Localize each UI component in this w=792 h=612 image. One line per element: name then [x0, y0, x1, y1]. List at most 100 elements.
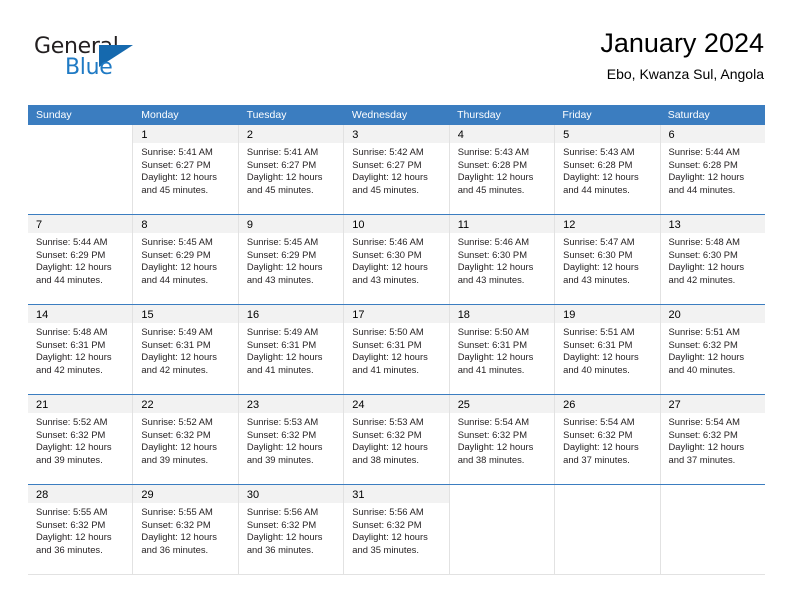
- calendar-day-cell[interactable]: 23 Sunrise: 5:53 AM Sunset: 6:32 PM Dayligh…: [238, 395, 345, 484]
- calendar-day-cell[interactable]: 15 Sunrise: 5:49 AM Sunset: 6:31 PM Dayligh…: [133, 305, 239, 394]
- day-number: 23: [246, 399, 260, 411]
- calendar-day-cell[interactable]: 22 Sunrise: 5:52 AM Sunset: 6:32 PM Dayligh…: [133, 395, 239, 484]
- day-number-bar: 8: [133, 215, 238, 233]
- calendar-day-cell[interactable]: 19 Sunrise: 5:51 AM Sunset: 6:31 PM Dayligh…: [555, 305, 661, 394]
- day-number: 4: [457, 129, 464, 141]
- day-number-bar: [28, 125, 133, 143]
- sunset-text: Sunset: 6:32 PM: [352, 518, 422, 530]
- day-details: Sunrise: 5:56 AM Sunset: 6:32 PM Daylight:…: [239, 503, 343, 556]
- daylight-text-line2: and 39 minutes.: [36, 453, 103, 465]
- calendar-day-cell[interactable]: 12 Sunrise: 5:47 AM Sunset: 6:30 PM Dayligh…: [555, 215, 661, 304]
- daylight-text-line2: and 36 minutes.: [141, 543, 209, 555]
- calendar-day-cell[interactable]: 2 Sunrise: 5:41 AM Sunset: 6:27 PM Daylight…: [238, 125, 345, 214]
- day-number: 21: [36, 399, 49, 411]
- calendar-day-cell-empty: [660, 485, 765, 574]
- calendar-day-cell[interactable]: 18 Sunrise: 5:50 AM Sunset: 6:31 PM Dayligh…: [449, 305, 556, 394]
- calendar-day-cell[interactable]: 25 Sunrise: 5:54 AM Sunset: 6:32 PM Dayligh…: [449, 395, 556, 484]
- sunrise-text: Sunrise: 5:53 AM: [246, 416, 319, 427]
- day-number: 25: [457, 399, 470, 411]
- sunrise-text: Sunrise: 5:51 AM: [668, 326, 740, 337]
- calendar-day-cell[interactable]: 6 Sunrise: 5:44 AM Sunset: 6:28 PM Daylight…: [660, 125, 765, 214]
- calendar-day-cell[interactable]: 3 Sunrise: 5:42 AM Sunset: 6:27 PM Daylight…: [344, 125, 450, 214]
- day-details: Sunrise: 5:53 AM Sunset: 6:32 PM Daylight:…: [344, 413, 448, 466]
- daylight-text-line1: Daylight: 12 hours: [352, 351, 428, 363]
- day-details: Sunrise: 5:47 AM Sunset: 6:30 PM Daylight:…: [555, 233, 659, 286]
- daylight-text-line2: and 41 minutes.: [457, 363, 525, 375]
- calendar-week-row: 1 Sunrise: 5:41 AM Sunset: 6:27 PM Daylight…: [28, 125, 765, 214]
- daylight-text-line2: and 45 minutes.: [352, 183, 419, 195]
- day-details: Sunrise: 5:55 AM Sunset: 6:32 PM Daylight:…: [28, 503, 132, 556]
- daylight-text-line1: Daylight: 12 hours: [457, 441, 534, 453]
- daylight-text-line1: Daylight: 12 hours: [352, 441, 428, 453]
- calendar-day-cell[interactable]: 30 Sunrise: 5:56 AM Sunset: 6:32 PM Dayligh…: [238, 485, 345, 574]
- calendar-day-cell[interactable]: 7 Sunrise: 5:44 AM Sunset: 6:29 PM Daylight…: [28, 215, 134, 304]
- daylight-text-line2: and 35 minutes.: [352, 543, 419, 555]
- page-subtitle: Ebo, Kwanza Sul, Angola: [606, 66, 764, 82]
- day-number: 10: [352, 219, 365, 231]
- sunrise-text: Sunrise: 5:51 AM: [563, 326, 635, 337]
- sunset-text: Sunset: 6:32 PM: [36, 518, 106, 530]
- sunset-text: Sunset: 6:29 PM: [246, 248, 317, 260]
- calendar-day-cell[interactable]: 27 Sunrise: 5:54 AM Sunset: 6:32 PM Dayligh…: [660, 395, 765, 484]
- sunset-text: Sunset: 6:32 PM: [141, 428, 211, 440]
- day-number-bar: 21: [28, 395, 133, 413]
- day-details: Sunrise: 5:43 AM Sunset: 6:28 PM Daylight:…: [450, 143, 554, 196]
- day-number-bar: 1: [133, 125, 238, 143]
- calendar-day-cell[interactable]: 11 Sunrise: 5:46 AM Sunset: 6:30 PM Dayligh…: [449, 215, 556, 304]
- day-number-bar: 12: [555, 215, 660, 233]
- sunset-text: Sunset: 6:27 PM: [352, 158, 422, 170]
- sunrise-text: Sunrise: 5:45 AM: [246, 236, 319, 247]
- calendar-day-cell[interactable]: 9 Sunrise: 5:45 AM Sunset: 6:29 PM Daylight…: [238, 215, 345, 304]
- calendar-day-cell[interactable]: 13 Sunrise: 5:48 AM Sunset: 6:30 PM Dayligh…: [660, 215, 765, 304]
- calendar-day-cell[interactable]: 5 Sunrise: 5:43 AM Sunset: 6:28 PM Daylight…: [555, 125, 661, 214]
- day-number: 6: [668, 129, 675, 141]
- calendar-day-cell[interactable]: 26 Sunrise: 5:54 AM Sunset: 6:32 PM Dayligh…: [555, 395, 661, 484]
- calendar-day-cell[interactable]: 1 Sunrise: 5:41 AM Sunset: 6:27 PM Daylight…: [133, 125, 239, 214]
- calendar-day-cell[interactable]: 14 Sunrise: 5:48 AM Sunset: 6:31 PM Dayligh…: [28, 305, 134, 394]
- day-number: 9: [246, 219, 253, 231]
- calendar-day-cell[interactable]: 10 Sunrise: 5:46 AM Sunset: 6:30 PM Dayligh…: [344, 215, 450, 304]
- day-number: 3: [352, 129, 359, 141]
- sunset-text: Sunset: 6:32 PM: [246, 428, 317, 440]
- day-number-bar: [449, 485, 555, 503]
- daylight-text-line1: Daylight: 12 hours: [141, 261, 217, 273]
- day-number-bar: [555, 485, 660, 503]
- calendar-day-cell[interactable]: 4 Sunrise: 5:43 AM Sunset: 6:28 PM Daylight…: [449, 125, 556, 214]
- day-details: Sunrise: 5:49 AM Sunset: 6:31 PM Daylight:…: [133, 323, 237, 376]
- daylight-text-line2: and 41 minutes.: [246, 363, 314, 375]
- day-number-bar: 28: [28, 485, 133, 503]
- weekday-header-friday: Friday: [562, 109, 592, 121]
- daylight-text-line2: and 40 minutes.: [563, 363, 630, 375]
- calendar-day-cell[interactable]: 16 Sunrise: 5:49 AM Sunset: 6:31 PM Dayligh…: [238, 305, 345, 394]
- daylight-text-line2: and 39 minutes.: [141, 453, 209, 465]
- sunset-text: Sunset: 6:32 PM: [141, 518, 211, 530]
- daylight-text-line1: Daylight: 12 hours: [668, 261, 745, 273]
- day-details: Sunrise: 5:44 AM Sunset: 6:28 PM Daylight:…: [661, 143, 765, 196]
- sunset-text: Sunset: 6:28 PM: [668, 158, 738, 170]
- day-details: Sunrise: 5:54 AM Sunset: 6:32 PM Daylight:…: [555, 413, 659, 466]
- daylight-text-line2: and 41 minutes.: [352, 363, 419, 375]
- day-details: Sunrise: 5:50 AM Sunset: 6:31 PM Daylight:…: [344, 323, 448, 376]
- daylight-text-line2: and 44 minutes.: [36, 273, 103, 285]
- calendar-day-cell[interactable]: 24 Sunrise: 5:53 AM Sunset: 6:32 PM Dayligh…: [344, 395, 450, 484]
- weekday-header-row: Sunday Monday Tuesday Wednesday Thursday…: [28, 105, 765, 125]
- calendar-day-cell[interactable]: 21 Sunrise: 5:52 AM Sunset: 6:32 PM Dayligh…: [28, 395, 134, 484]
- day-number: 2: [246, 129, 253, 141]
- day-details: Sunrise: 5:51 AM Sunset: 6:31 PM Daylight:…: [555, 323, 659, 376]
- sunrise-text: Sunrise: 5:52 AM: [36, 416, 108, 427]
- day-details: Sunrise: 5:46 AM Sunset: 6:30 PM Daylight:…: [450, 233, 554, 286]
- daylight-text-line2: and 43 minutes.: [563, 273, 630, 285]
- calendar-day-cell[interactable]: 31 Sunrise: 5:56 AM Sunset: 6:32 PM Dayligh…: [344, 485, 450, 574]
- day-details: Sunrise: 5:43 AM Sunset: 6:28 PM Daylight:…: [555, 143, 659, 196]
- calendar-day-cell[interactable]: 17 Sunrise: 5:50 AM Sunset: 6:31 PM Dayligh…: [344, 305, 450, 394]
- calendar-day-cell[interactable]: 20 Sunrise: 5:51 AM Sunset: 6:32 PM Dayligh…: [660, 305, 765, 394]
- calendar-day-cell[interactable]: 29 Sunrise: 5:55 AM Sunset: 6:32 PM Dayligh…: [133, 485, 239, 574]
- day-number: 30: [246, 489, 260, 501]
- calendar-day-cell[interactable]: 8 Sunrise: 5:45 AM Sunset: 6:29 PM Daylight…: [133, 215, 239, 304]
- sunrise-text: Sunrise: 5:56 AM: [246, 506, 319, 517]
- day-number-bar: 7: [28, 215, 133, 233]
- sunrise-text: Sunrise: 5:50 AM: [457, 326, 530, 337]
- day-number-bar: 20: [660, 305, 765, 323]
- day-number: 19: [563, 309, 576, 321]
- calendar-day-cell[interactable]: 28 Sunrise: 5:55 AM Sunset: 6:32 PM Dayligh…: [28, 485, 134, 574]
